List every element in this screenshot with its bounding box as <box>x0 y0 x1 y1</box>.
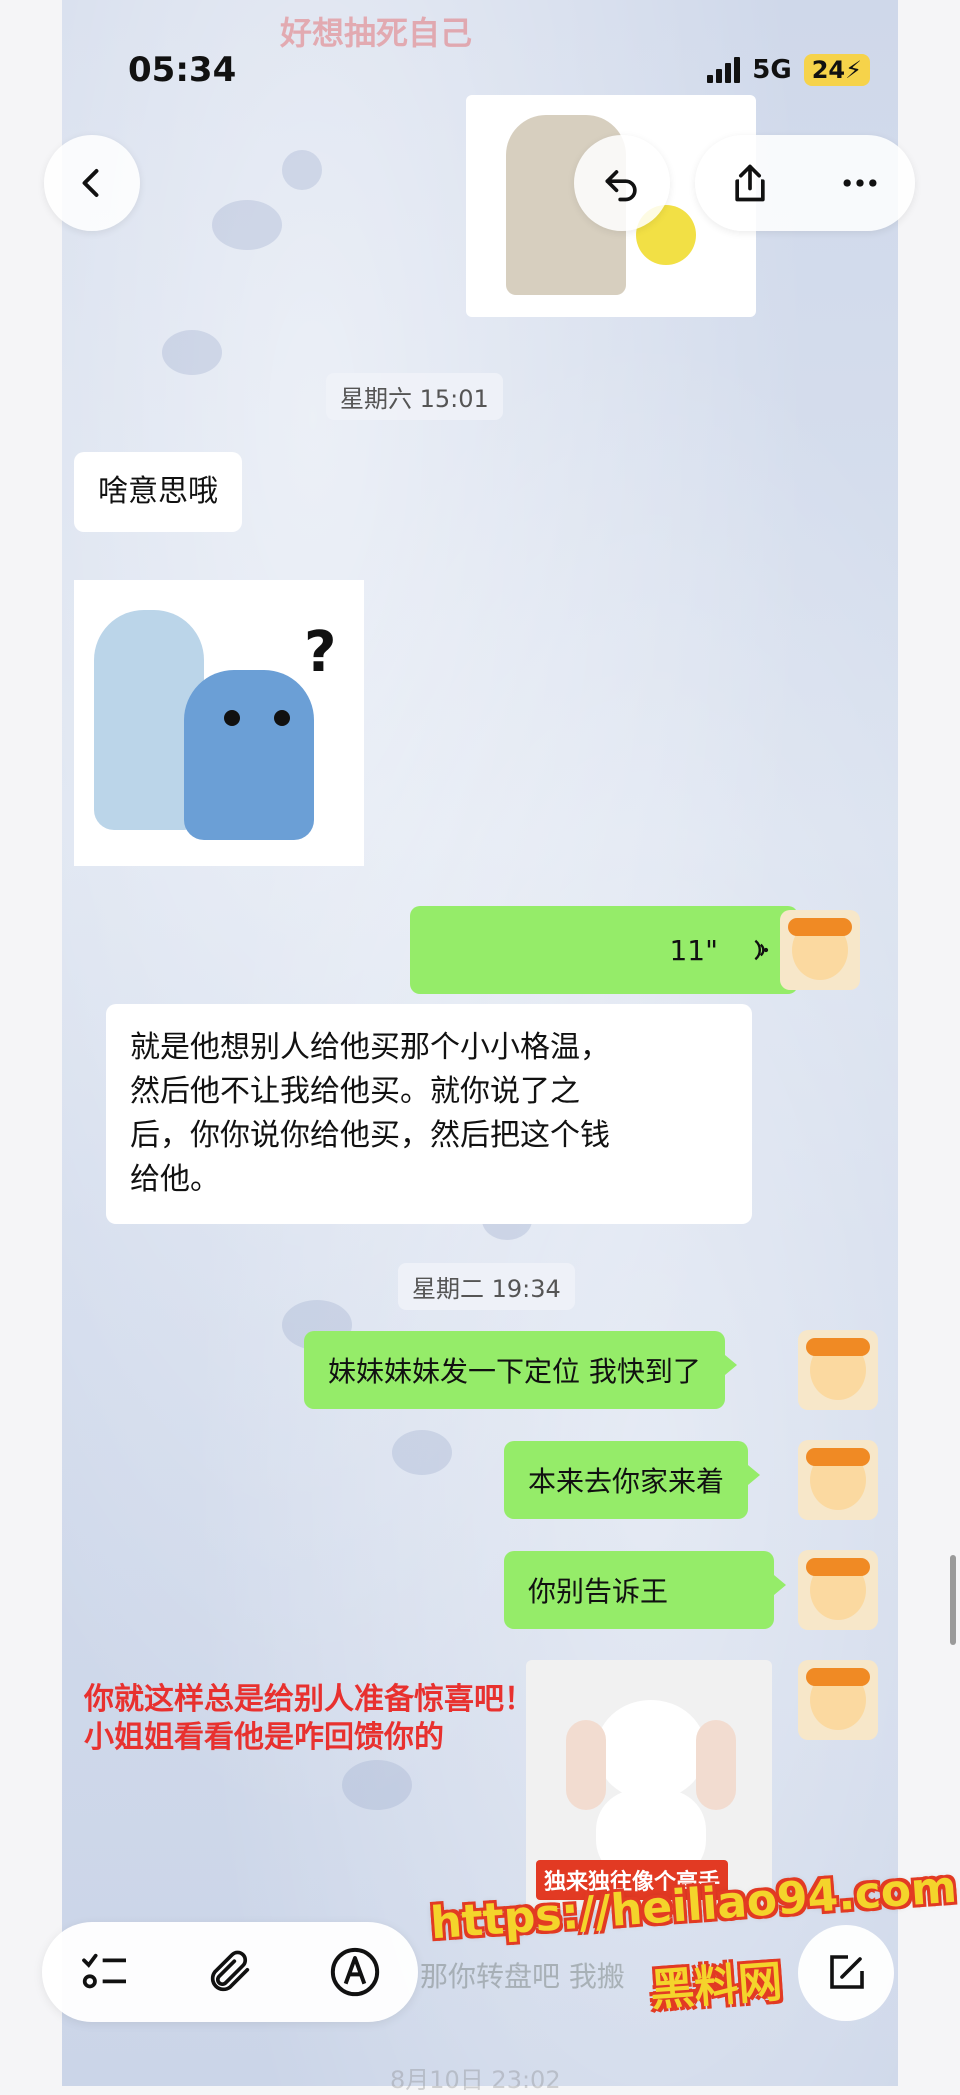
network-type: 5G <box>752 55 792 85</box>
message-bubble-out[interactable]: 你别告诉王 <box>504 1551 786 1629</box>
voice-wave-icon <box>754 939 769 961</box>
faded-date: 8月10日 23:02 <box>390 2066 561 2094</box>
action-pill <box>695 135 915 231</box>
sticker-bunny[interactable]: 独来独往像个高手 <box>526 1660 772 1910</box>
compose-button[interactable] <box>798 1925 894 2021</box>
reply-button[interactable] <box>574 135 670 231</box>
chevron-left-icon <box>82 169 99 197</box>
message-bubble-out[interactable]: 妹妹妹妹发一下定位 我快到了 <box>304 1331 737 1409</box>
watermark-cn: 黑料网 <box>648 1956 784 2017</box>
avatar[interactable] <box>798 1660 878 1740</box>
timestamp: 星期六 15:01 <box>326 373 503 420</box>
pen-circle-icon[interactable] <box>327 1944 383 2000</box>
reply-arrow-icon <box>605 170 637 202</box>
timestamp: 星期二 19:34 <box>398 1263 575 1310</box>
faded-message: 那你转盘吧 我搬 <box>420 1960 625 1993</box>
compose-icon <box>830 1955 864 1989</box>
annotation-line-1: 你就这样总是给别人准备惊喜吧！ <box>84 1682 534 1717</box>
annotation-line-2: 小姐姐看看他是咋回馈你的 <box>84 1720 444 1755</box>
voice-transcript: 就是他想别人给他买那个小小格温， 然后他不让我给他买。就你说了之 后，你你说你给… <box>106 1004 752 1224</box>
checklist-icon[interactable] <box>77 1944 133 2000</box>
battery-level: 24⚡ <box>803 54 870 86</box>
message-bubble-out[interactable]: 本来去你家来着 <box>504 1441 761 1519</box>
avatar[interactable] <box>798 1550 878 1630</box>
sticker-blue-cat[interactable]: ? <box>74 580 364 866</box>
transcript-line: 后，你你说你给他买，然后把这个钱 <box>130 1118 610 1153</box>
scrollbar[interactable] <box>950 1555 956 1645</box>
transcript-line: 给他。 <box>130 1162 220 1197</box>
paperclip-icon[interactable] <box>204 1946 256 1998</box>
transcript-line: 就是他想别人给他买那个小小格温， <box>130 1030 610 1065</box>
avatar[interactable] <box>780 910 860 990</box>
transcript-line: 然后他不让我给他买。就你说了之 <box>130 1074 580 1109</box>
bottom-toolbar <box>42 1922 418 2022</box>
top-overlay-caption: 好想抽死自己 <box>280 14 473 52</box>
ellipsis-icon[interactable] <box>838 161 882 205</box>
status-time: 05:34 <box>128 50 237 90</box>
signal-icon <box>707 57 741 83</box>
question-mark: ? <box>304 620 337 685</box>
voice-duration: 11" <box>669 933 718 967</box>
status-indicators: 5G 24⚡ <box>707 54 870 86</box>
avatar[interactable] <box>798 1330 878 1410</box>
back-button[interactable] <box>44 135 140 231</box>
message-bubble-in[interactable]: 啥意思哦 <box>74 452 242 532</box>
avatar[interactable] <box>798 1440 878 1520</box>
share-icon[interactable] <box>728 161 772 205</box>
voice-message-bubble[interactable]: 11" <box>410 906 810 994</box>
